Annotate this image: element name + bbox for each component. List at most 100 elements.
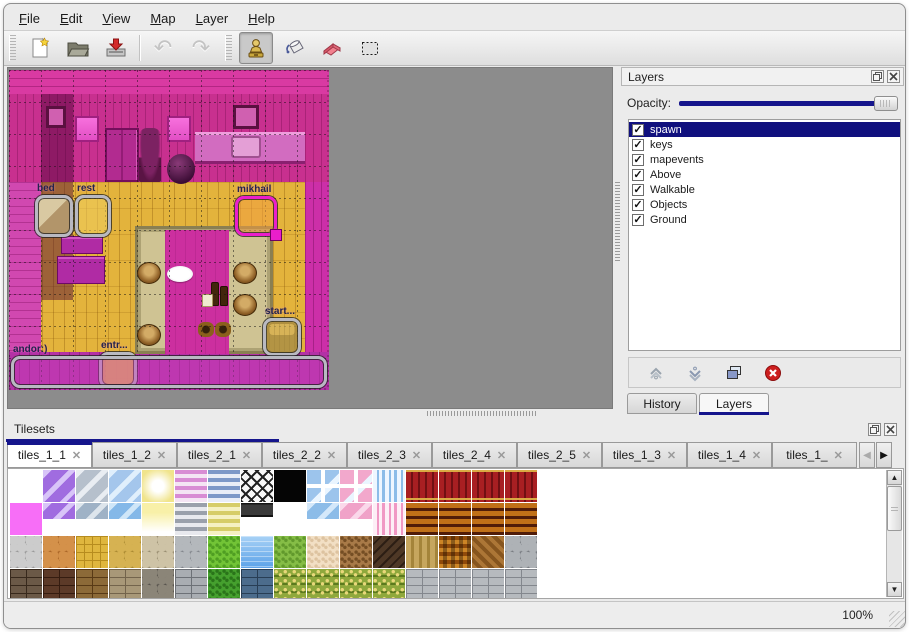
tileset-tab-tiles_2_3[interactable]: tiles_2_3✕ [347, 442, 432, 468]
delete-layer-icon[interactable] [760, 361, 786, 385]
save-button[interactable] [99, 32, 133, 64]
tile-1-3[interactable] [109, 503, 141, 535]
tile-0-0[interactable] [10, 470, 42, 502]
menu-file[interactable]: File [10, 8, 49, 29]
scrollbar-up-icon[interactable]: ▲ [887, 470, 902, 485]
close-icon[interactable]: ✕ [667, 449, 676, 462]
vertical-splitter[interactable] [613, 67, 621, 409]
tile-1-8[interactable] [274, 503, 306, 535]
tile-3-6[interactable] [208, 569, 240, 599]
tile-0-7[interactable] [241, 470, 273, 502]
tileset-tab-tiles_2_2[interactable]: tiles_2_2✕ [262, 442, 347, 468]
layer-row-Objects[interactable]: ✓Objects [629, 197, 900, 212]
tile-1-14[interactable] [472, 503, 504, 535]
menu-view[interactable]: View [93, 8, 139, 29]
tile-0-5[interactable] [175, 470, 207, 502]
tile-1-1[interactable] [43, 503, 75, 535]
scrollbar-thumb[interactable] [887, 486, 902, 531]
select-button[interactable] [353, 32, 387, 64]
tile-0-3[interactable] [109, 470, 141, 502]
tile-3-10[interactable] [340, 569, 372, 599]
close-icon[interactable]: ✕ [242, 449, 251, 462]
tile-1-4[interactable] [142, 503, 174, 535]
tile-3-0[interactable] [10, 569, 42, 599]
spawn-zone-rest[interactable] [75, 195, 111, 237]
tile-1-13[interactable] [439, 503, 471, 535]
open-button[interactable] [61, 32, 95, 64]
tile-2-9[interactable] [307, 536, 339, 568]
tile-1-10[interactable] [340, 503, 372, 535]
splitter-grip[interactable] [427, 411, 537, 416]
tile-2-15[interactable] [505, 536, 537, 568]
tile-2-7[interactable] [241, 536, 273, 568]
tile-3-8[interactable] [274, 569, 306, 599]
tile-1-15[interactable] [505, 503, 537, 535]
map-canvas[interactable]: bedrestmikhailstart...entr...andor:) [7, 67, 613, 409]
tile-3-13[interactable] [439, 569, 471, 599]
layer-checkbox[interactable]: ✓ [632, 154, 644, 166]
close-icon[interactable] [884, 423, 897, 436]
tile-3-14[interactable] [472, 569, 504, 599]
tile-2-14[interactable] [472, 536, 504, 568]
close-icon[interactable]: ✕ [157, 449, 166, 462]
spawn-zone-andor[interactable] [11, 356, 327, 388]
layer-checkbox[interactable]: ✓ [632, 214, 644, 226]
tile-1-2[interactable] [76, 503, 108, 535]
opacity-slider-track[interactable] [679, 101, 894, 106]
tile-1-12[interactable] [406, 503, 438, 535]
tileset-tab-tiles_1_[interactable]: tiles_1_✕ [772, 442, 857, 468]
layer-checkbox[interactable]: ✓ [632, 169, 644, 181]
tile-0-6[interactable] [208, 470, 240, 502]
raise-layer-icon[interactable] [643, 361, 669, 385]
tile-0-14[interactable] [472, 470, 504, 502]
tile-2-12[interactable] [406, 536, 438, 568]
layer-checkbox[interactable]: ✓ [632, 124, 644, 136]
toolbar-grip[interactable] [225, 35, 232, 61]
opacity-slider[interactable] [679, 95, 898, 111]
tile-3-1[interactable] [43, 569, 75, 599]
lower-layer-icon[interactable] [682, 361, 708, 385]
close-icon[interactable]: ✕ [834, 449, 843, 462]
undo-button[interactable]: ↶ [146, 32, 180, 64]
layer-checkbox[interactable]: ✓ [632, 139, 644, 151]
tile-2-6[interactable] [208, 536, 240, 568]
tileset-scrollbar[interactable]: ▲ ▼ [886, 470, 902, 597]
tile-2-11[interactable] [373, 536, 405, 568]
layer-row-spawn[interactable]: ✓spawn [629, 122, 900, 137]
tile-2-5[interactable] [175, 536, 207, 568]
new-button[interactable] [23, 32, 57, 64]
tile-0-1[interactable] [43, 470, 75, 502]
tile-1-6[interactable] [208, 503, 240, 535]
close-icon[interactable]: ✕ [497, 449, 506, 462]
tile-0-2[interactable] [76, 470, 108, 502]
tile-3-12[interactable] [406, 569, 438, 599]
tile-3-11[interactable] [373, 569, 405, 599]
tile-3-7[interactable] [241, 569, 273, 599]
spawn-zone-start[interactable] [263, 318, 301, 356]
layer-row-Walkable[interactable]: ✓Walkable [629, 182, 900, 197]
tile-2-4[interactable] [142, 536, 174, 568]
layer-row-Above[interactable]: ✓Above [629, 167, 900, 182]
tile-2-1[interactable] [43, 536, 75, 568]
layer-checkbox[interactable]: ✓ [632, 199, 644, 211]
tile-2-2[interactable] [76, 536, 108, 568]
scroll-right-icon[interactable]: ▶ [876, 442, 892, 468]
tile-2-10[interactable] [340, 536, 372, 568]
resize-grip-icon[interactable] [889, 611, 905, 627]
zone-resize-handle[interactable] [270, 229, 282, 241]
tile-1-11[interactable] [373, 503, 405, 535]
layer-row-keys[interactable]: ✓keys [629, 137, 900, 152]
tile-3-4[interactable] [142, 569, 174, 599]
map[interactable]: bedrestmikhailstart...entr...andor:) [9, 70, 329, 390]
tile-3-9[interactable] [307, 569, 339, 599]
tile-0-11[interactable] [373, 470, 405, 502]
menu-help[interactable]: Help [239, 8, 284, 29]
close-icon[interactable]: ✕ [412, 449, 421, 462]
close-icon[interactable]: ✕ [752, 449, 761, 462]
eraser-button[interactable] [315, 32, 349, 64]
menu-map[interactable]: Map [141, 8, 184, 29]
tile-0-9[interactable] [307, 470, 339, 502]
menu-edit[interactable]: Edit [51, 8, 91, 29]
opacity-slider-handle[interactable] [874, 96, 898, 111]
tileset-tab-tiles_2_1[interactable]: tiles_2_1✕ [177, 442, 262, 468]
